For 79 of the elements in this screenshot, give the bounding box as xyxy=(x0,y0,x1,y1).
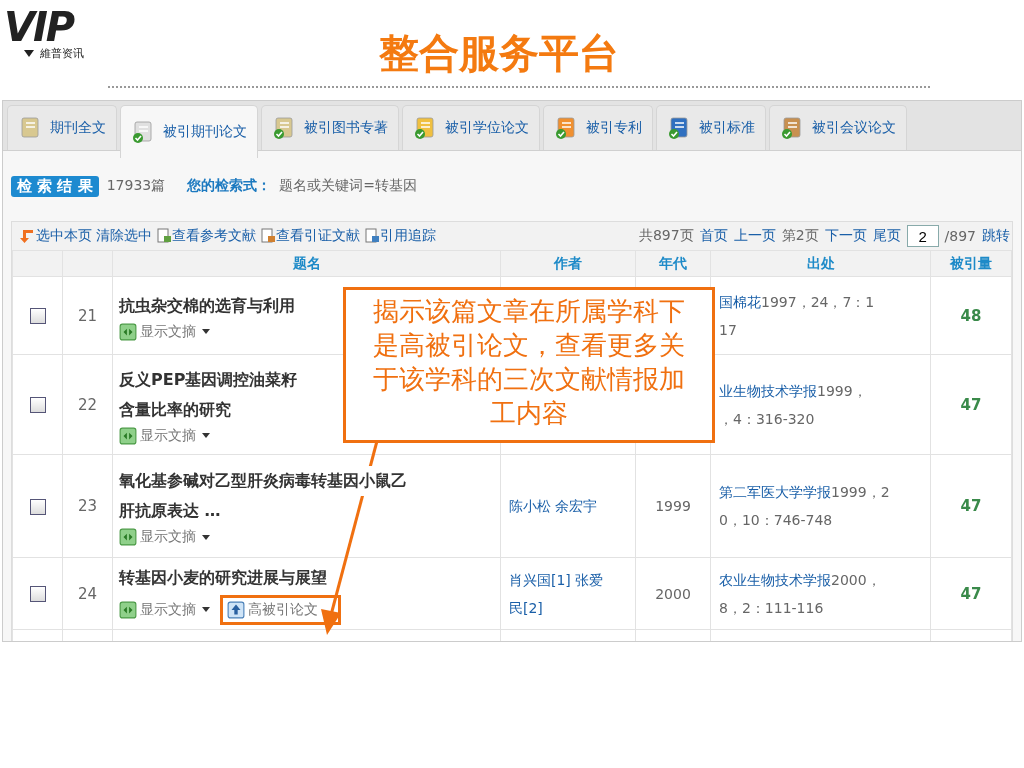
toolbar-action[interactable]: 查看参考文献 xyxy=(156,227,256,245)
last-page-link[interactable]: 尾页 xyxy=(872,227,901,245)
upload-icon xyxy=(227,600,245,619)
journal-link[interactable]: 第二军医大学学报 xyxy=(719,484,831,500)
abstract-toggle[interactable]: 显示文摘 xyxy=(119,600,210,619)
slide-title: 整合服务平台 xyxy=(379,29,620,78)
row-number: 22 xyxy=(62,354,113,455)
document-check-icon xyxy=(272,116,296,140)
query-text: 题名或关键词=转基因 xyxy=(279,177,417,195)
highly-cited-button[interactable]: 高被引论文 xyxy=(227,600,318,619)
tab[interactable]: 被引会议论文 xyxy=(769,105,907,150)
tab[interactable]: 被引图书专著 xyxy=(261,105,399,150)
journal-link[interactable]: 业生物技术学报 xyxy=(719,382,817,399)
caret-icon xyxy=(202,607,210,612)
row-checkbox[interactable] xyxy=(29,586,46,602)
article-title[interactable]: 氧化基参碱对乙型肝炎病毒转基因小鼠乙 xyxy=(119,466,407,496)
source-detail: 17 xyxy=(719,321,737,338)
query-label: 您的检索式： xyxy=(187,177,272,195)
source-detail: 1997，24，7：1 xyxy=(761,293,875,310)
row-checkbox[interactable] xyxy=(29,397,46,413)
page-total: 共897页 xyxy=(638,227,694,245)
source-detail: 2000， xyxy=(831,571,881,588)
author-link[interactable]: 民[2] xyxy=(509,593,627,622)
journal-link[interactable]: 国棉花 xyxy=(719,293,761,310)
result-count: 17933篇 xyxy=(106,177,166,195)
cited-count: 47 xyxy=(930,454,1012,558)
document-check-icon xyxy=(554,116,578,140)
row-checkbox[interactable] xyxy=(29,308,46,324)
jump-link[interactable]: 跳转 xyxy=(982,227,1010,245)
page-count: /897 xyxy=(944,228,976,244)
next-page-link[interactable]: 下一页 xyxy=(824,227,867,245)
toolbar-action[interactable]: 选中本页 xyxy=(20,227,92,245)
cited-count: 47 xyxy=(930,557,1012,630)
abstract-toggle[interactable]: 显示文摘 xyxy=(119,322,210,341)
current-page: 第2页 xyxy=(781,227,819,245)
caret-icon xyxy=(202,534,210,540)
source-detail: ，4：316-320 xyxy=(719,410,815,427)
document-check-icon xyxy=(131,120,155,144)
logo: VIP 維普资讯 xyxy=(3,3,85,61)
document-check-icon xyxy=(413,116,437,140)
year-cell: 2000 xyxy=(655,585,691,602)
row-number: 23 xyxy=(62,454,113,558)
tab[interactable]: 被引专利 xyxy=(543,105,653,150)
source-detail: 1999， xyxy=(817,382,867,399)
column-header: 被引量 xyxy=(930,250,1012,277)
abstract-toggle[interactable]: 显示文摘 xyxy=(119,528,210,546)
caret-icon xyxy=(202,433,210,438)
tab[interactable]: 被引期刊论文 xyxy=(120,105,258,158)
column-header: 题名 xyxy=(112,250,501,277)
cited-count: 47 xyxy=(930,354,1012,455)
caret-icon xyxy=(202,329,210,334)
row-number: 24 xyxy=(62,557,113,630)
cited-count: 48 xyxy=(930,276,1012,355)
column-header: 年代 xyxy=(635,250,711,277)
page-input[interactable]: 2 xyxy=(906,225,939,247)
row-checkbox[interactable] xyxy=(29,498,46,515)
toolbar-action[interactable]: 引用追踪 xyxy=(364,227,436,245)
tab[interactable]: 被引标准 xyxy=(656,105,766,150)
source-detail: 8，2：111-116 xyxy=(719,599,824,616)
journal-link[interactable]: 农业生物技术学报 xyxy=(719,571,831,588)
column-header: 出处 xyxy=(710,250,931,277)
author-link[interactable]: 肖兴国[1] 张爱 xyxy=(509,565,627,594)
document-check-icon xyxy=(667,116,691,140)
callout-box: 揭示该篇文章在所属学科下是高被引论文，查看更多关于该学科的三次文献情报加工内容 xyxy=(343,287,715,443)
abstract-toggle[interactable]: 显示文摘 xyxy=(119,426,210,445)
toolbar-action[interactable]: 查看引证文献 xyxy=(260,227,360,245)
previous-page-link[interactable]: 上一页 xyxy=(733,227,776,245)
year-cell: 1999 xyxy=(655,498,691,514)
tab[interactable]: 被引学位论文 xyxy=(402,105,540,150)
arrow-icon xyxy=(20,228,36,244)
source-detail: 1999，2 xyxy=(831,484,890,500)
column-header: 作者 xyxy=(500,250,636,277)
document-check-icon xyxy=(780,116,804,140)
tab[interactable]: 期刊全文 xyxy=(7,105,117,150)
results-label: 检 索 结 果 xyxy=(11,175,99,197)
toolbar-action[interactable]: 清除选中 xyxy=(96,227,152,245)
row-number: 21 xyxy=(62,276,113,355)
first-page-link[interactable]: 首页 xyxy=(699,227,728,245)
source-detail: 0，10：746-748 xyxy=(719,512,833,528)
